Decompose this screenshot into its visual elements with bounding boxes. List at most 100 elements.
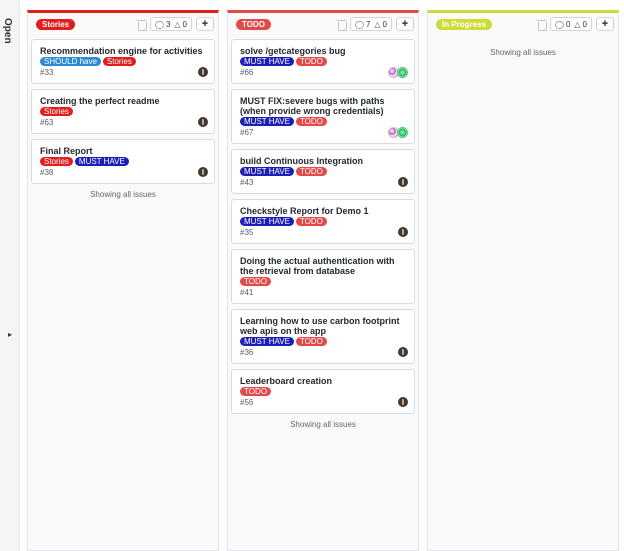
issue-label[interactable]: MUST HAVE <box>240 57 294 66</box>
issue-card[interactable]: solve /getcategories bug MUST HAVE TODO #66 <box>231 39 415 84</box>
issue-title[interactable]: build Continuous Integration <box>240 156 406 166</box>
issue-title[interactable]: Creating the perfect readme <box>40 96 206 106</box>
pr-count: 0 <box>182 19 187 29</box>
column-header: In Progress ◯ 0 △ 0 + <box>428 13 618 35</box>
issue-label[interactable]: MUST HAVE <box>240 167 294 176</box>
showing-all-issues: Showing all issues <box>490 48 556 57</box>
issue-label[interactable]: MUST HAVE <box>240 117 294 126</box>
pr-count: 0 <box>382 19 387 29</box>
issue-number[interactable]: #36 <box>240 348 406 357</box>
issue-labels: Stories MUST HAVE <box>40 157 206 166</box>
issue-label[interactable]: TODO <box>240 277 271 286</box>
issue-label[interactable]: Stories <box>40 157 73 166</box>
issue-number[interactable]: #56 <box>240 398 406 407</box>
add-card-button[interactable]: + <box>596 17 614 31</box>
issue-card[interactable]: Checkstyle Report for Demo 1 MUST HAVE TOD… <box>231 199 415 244</box>
issue-number[interactable]: #67 <box>240 128 406 137</box>
avatar[interactable] <box>398 177 408 187</box>
avatar-group[interactable] <box>388 127 408 138</box>
issue-number[interactable]: #43 <box>240 178 406 187</box>
column-label[interactable]: In Progress <box>436 18 493 30</box>
issue-label[interactable]: MUST HAVE <box>240 337 294 346</box>
avatar[interactable] <box>198 167 208 177</box>
issue-label[interactable]: Stories <box>102 57 136 66</box>
issue-labels: MUST HAVE TODO <box>240 217 406 226</box>
issue-number[interactable]: #66 <box>240 68 406 77</box>
issue-number[interactable]: #41 <box>240 288 406 297</box>
issue-card[interactable]: Creating the perfect readme Stories #63 <box>31 89 215 134</box>
showing-all-issues: Showing all issues <box>290 420 356 429</box>
avatar[interactable] <box>398 397 408 407</box>
column-counts: ◯ 7 △ 0 <box>349 17 392 31</box>
issue-labels: TODO <box>240 387 406 396</box>
issue-labels: Stories <box>40 107 206 116</box>
column-tools: ◯ 0 △ 0 + <box>536 17 614 31</box>
trash-icon[interactable] <box>336 19 347 31</box>
pr-count: 0 <box>582 19 587 29</box>
column-counts: ◯ 0 △ 0 <box>549 17 592 31</box>
issue-label[interactable]: Stories <box>40 107 73 116</box>
trash-icon[interactable] <box>536 19 547 31</box>
issue-card[interactable]: Recommendation engine for activities SHOU… <box>31 39 215 84</box>
issue-label[interactable]: TODO <box>295 337 327 346</box>
column-counts: ◯ 3 △ 0 <box>149 17 192 31</box>
issue-icon: ◯ <box>354 19 364 29</box>
issue-number[interactable]: #63 <box>40 118 206 127</box>
issue-card[interactable]: build Continuous Integration MUST HAVE TOD… <box>231 149 415 194</box>
issue-number[interactable]: #35 <box>240 228 406 237</box>
issue-card[interactable]: MUST FIX:severe bugs with paths (when pr… <box>231 89 415 144</box>
pull-request-icon: △ <box>374 19 381 29</box>
issue-label[interactable]: TODO <box>295 117 327 126</box>
issue-number[interactable]: #38 <box>40 168 206 177</box>
issue-title[interactable]: Leaderboard creation <box>240 376 406 386</box>
column-label[interactable]: TODO <box>236 18 271 30</box>
issue-title[interactable]: solve /getcategories bug <box>240 46 406 56</box>
issue-number[interactable]: #33 <box>40 68 206 77</box>
issue-label[interactable]: TODO <box>295 167 327 176</box>
issue-label[interactable]: MUST HAVE <box>74 157 129 166</box>
issue-label[interactable]: TODO <box>295 57 327 66</box>
issue-card[interactable]: Leaderboard creation TODO #56 <box>231 369 415 414</box>
pull-request-icon: △ <box>174 19 181 29</box>
avatar[interactable] <box>397 67 408 78</box>
pull-request-icon: △ <box>574 19 581 29</box>
avatar[interactable] <box>397 127 408 138</box>
issue-title[interactable]: Final Report <box>40 146 206 156</box>
issue-icon: ◯ <box>154 19 164 29</box>
column-label[interactable]: Stories <box>36 18 76 30</box>
add-card-button[interactable]: + <box>396 17 414 31</box>
issue-labels: MUST HAVE TODO <box>240 337 406 346</box>
column-0: Stories ◯ 3 △ 0 + Recommendation engine for ac… <box>27 10 219 551</box>
issue-count: 0 <box>565 19 571 29</box>
chevron-right-icon[interactable]: ▸ <box>8 330 12 339</box>
column-2: In Progress ◯ 0 △ 0 + Showing all issues <box>427 10 619 551</box>
issue-count: 7 <box>365 19 371 29</box>
issue-title[interactable]: Learning how to use carbon footprint web… <box>240 316 406 336</box>
add-card-button[interactable]: + <box>196 17 214 31</box>
sidebar[interactable]: Open ▸ <box>0 0 20 551</box>
card-list <box>428 35 618 39</box>
avatar[interactable] <box>198 117 208 127</box>
avatar[interactable] <box>398 227 408 237</box>
trash-icon[interactable] <box>136 19 147 31</box>
issue-label[interactable]: SHOULD have <box>40 57 101 66</box>
issue-label[interactable]: TODO <box>295 217 327 226</box>
issue-card[interactable]: Learning how to use carbon footprint web… <box>231 309 415 364</box>
issue-labels: SHOULD have Stories <box>40 57 206 66</box>
column-header: TODO ◯ 7 △ 0 + <box>228 13 418 35</box>
avatar[interactable] <box>198 67 208 77</box>
issue-title[interactable]: Checkstyle Report for Demo 1 <box>240 206 406 216</box>
issue-label[interactable]: MUST HAVE <box>240 217 294 226</box>
column-tools: ◯ 3 △ 0 + <box>136 17 214 31</box>
issue-title[interactable]: MUST FIX:severe bugs with paths (when pr… <box>240 96 406 116</box>
issue-title[interactable]: Doing the actual authentication with the… <box>240 256 406 276</box>
issue-labels: MUST HAVE TODO <box>240 167 406 176</box>
issue-card[interactable]: Final Report Stories MUST HAVE #38 <box>31 139 215 184</box>
board: Stories ◯ 3 △ 0 + Recommendation engine for ac… <box>20 0 624 551</box>
issue-label[interactable]: TODO <box>240 387 271 396</box>
issue-card[interactable]: Doing the actual authentication with the… <box>231 249 415 304</box>
issue-title[interactable]: Recommendation engine for activities <box>40 46 206 56</box>
avatar[interactable] <box>398 347 408 357</box>
avatar-group[interactable] <box>388 67 408 78</box>
column-header: Stories ◯ 3 △ 0 + <box>28 13 218 35</box>
